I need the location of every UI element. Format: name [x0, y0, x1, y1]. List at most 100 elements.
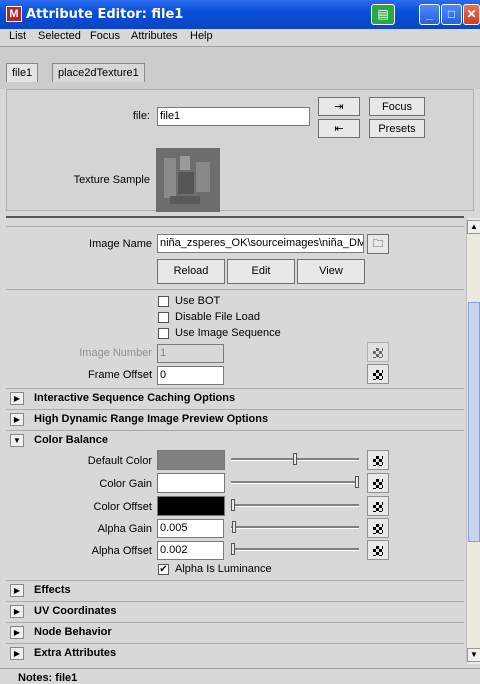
section-title: High Dynamic Range Image Preview Options [34, 413, 269, 425]
texture-preview-image [156, 148, 220, 212]
menu-focus[interactable]: Focus [90, 30, 120, 42]
alpha-offset-slider-knob[interactable] [231, 543, 236, 555]
input-connection-icon: ⇥ [334, 101, 344, 113]
default-color-label: Default Color [87, 455, 152, 467]
dock-icon[interactable]: ▤ [371, 4, 395, 25]
alpha-is-luminance-checkbox[interactable]: ✔ [158, 564, 169, 575]
file-label: file: [132, 110, 150, 122]
color-gain-label: Color Gain [99, 478, 152, 490]
default-color-slider-knob[interactable] [293, 453, 297, 465]
checker-map-icon [373, 546, 383, 556]
alpha-gain-map-button[interactable] [367, 518, 389, 538]
alpha-gain-label: Alpha Gain [97, 523, 152, 535]
divider [6, 226, 464, 227]
collapse-arrow-icon[interactable]: ▼ [10, 434, 24, 447]
disable-file-load-checkbox[interactable] [158, 312, 169, 323]
vertical-scrollbar[interactable]: ▲ ▼ [466, 218, 480, 664]
alpha-is-luminance-label: Alpha Is Luminance [175, 563, 272, 575]
section-effects[interactable]: ▶ Effects [6, 580, 464, 600]
reload-button[interactable]: Reload [157, 259, 225, 284]
output-connection-icon: ⇤ [334, 123, 344, 135]
default-color-swatch[interactable] [157, 450, 225, 470]
expand-arrow-icon[interactable]: ▶ [10, 584, 24, 597]
frame-offset-field[interactable]: 0 [157, 366, 224, 385]
menu-list[interactable]: List [9, 30, 26, 42]
alpha-gain-slider[interactable] [231, 526, 359, 529]
section-title: Extra Attributes [34, 647, 117, 659]
edit-button[interactable]: Edit [227, 259, 295, 284]
tab-file1[interactable]: file1 [6, 63, 39, 82]
color-gain-swatch[interactable] [157, 473, 225, 493]
section-title: Color Balance [34, 434, 108, 446]
color-gain-slider[interactable] [231, 481, 359, 484]
disable-file-load-label: Disable File Load [175, 311, 260, 323]
expand-arrow-icon[interactable]: ▶ [10, 626, 24, 639]
color-offset-map-button[interactable] [367, 496, 389, 516]
section-title: Interactive Sequence Caching Options [34, 392, 236, 404]
menu-attributes[interactable]: Attributes [131, 30, 177, 42]
section-color-balance[interactable]: ▼ Color Balance [6, 430, 464, 450]
presets-button[interactable]: Presets [369, 119, 425, 138]
alpha-offset-map-button[interactable] [367, 540, 389, 560]
image-name-field[interactable]: niña_zsperes_OK\sourceimages\niña_DM [157, 234, 364, 253]
menu-help[interactable]: Help [190, 30, 213, 42]
folder-icon: 🗀 [372, 238, 384, 250]
scroll-up-icon[interactable]: ▲ [467, 220, 480, 234]
color-offset-swatch[interactable] [157, 496, 225, 516]
expand-arrow-icon[interactable]: ▶ [10, 647, 24, 660]
use-image-sequence-checkbox[interactable] [158, 328, 169, 339]
section-extra-attributes[interactable]: ▶ Extra Attributes [6, 643, 464, 663]
section-interactive-caching[interactable]: ▶ Interactive Sequence Caching Options [6, 388, 464, 408]
texture-sample-label: Texture Sample [73, 174, 150, 186]
section-title: Effects [34, 584, 71, 596]
color-offset-slider-knob[interactable] [231, 499, 235, 511]
file-name-field[interactable]: file1 [157, 107, 310, 126]
output-connection-button[interactable]: ⇤ [318, 119, 360, 138]
alpha-offset-slider[interactable] [231, 548, 359, 551]
input-connection-button[interactable]: ⇥ [318, 97, 360, 116]
color-gain-slider-knob[interactable] [355, 476, 359, 488]
maximize-button[interactable]: □ [441, 4, 462, 25]
color-offset-label: Color Offset [93, 501, 153, 513]
texture-sample-thumbnail[interactable] [156, 148, 220, 212]
use-image-sequence-label: Use Image Sequence [175, 327, 281, 339]
tab-strip: file1 place2dTexture1 [0, 46, 480, 89]
section-hdr-preview[interactable]: ▶ High Dynamic Range Image Preview Optio… [6, 409, 464, 429]
section-uv-coordinates[interactable]: ▶ UV Coordinates [6, 601, 464, 621]
color-offset-slider[interactable] [231, 504, 359, 507]
section-node-behavior[interactable]: ▶ Node Behavior [6, 622, 464, 642]
focus-button[interactable]: Focus [369, 97, 425, 116]
close-button[interactable]: ✕ [463, 4, 480, 25]
checker-map-icon [373, 456, 383, 466]
alpha-gain-field[interactable]: 0.005 [157, 519, 224, 538]
scroll-thumb[interactable] [468, 302, 480, 542]
menu-selected[interactable]: Selected [38, 30, 81, 42]
checker-map-icon [373, 370, 383, 380]
alpha-offset-field[interactable]: 0.002 [157, 541, 224, 560]
section-title: UV Coordinates [34, 605, 117, 617]
use-bot-checkbox[interactable] [158, 296, 169, 307]
expand-arrow-icon[interactable]: ▶ [10, 605, 24, 618]
checker-map-icon [373, 348, 383, 358]
alpha-gain-slider-knob[interactable] [231, 521, 236, 533]
scroll-down-icon[interactable]: ▼ [467, 648, 480, 662]
tab-place2dtexture1[interactable]: place2dTexture1 [52, 63, 145, 82]
notes-bar: Notes: file1 [0, 668, 480, 684]
expand-arrow-icon[interactable]: ▶ [10, 413, 24, 426]
divider [6, 289, 464, 290]
minimize-button[interactable]: _ [419, 4, 440, 25]
expand-arrow-icon[interactable]: ▶ [10, 392, 24, 405]
browse-folder-button[interactable]: 🗀 [367, 234, 389, 254]
view-button[interactable]: View [297, 259, 365, 284]
image-name-label: Image Name [89, 238, 152, 250]
window-title: Attribute Editor: file1 [26, 7, 184, 22]
image-number-label: Image Number [79, 347, 152, 359]
maya-app-icon: M [6, 6, 22, 22]
default-color-map-button[interactable] [367, 450, 389, 470]
frame-offset-map-button[interactable] [367, 364, 389, 384]
color-gain-map-button[interactable] [367, 473, 389, 493]
image-number-field: 1 [157, 344, 224, 363]
frame-offset-label: Frame Offset [88, 369, 152, 381]
notes-label: Notes: file1 [18, 672, 78, 684]
section-title: Node Behavior [34, 626, 112, 638]
